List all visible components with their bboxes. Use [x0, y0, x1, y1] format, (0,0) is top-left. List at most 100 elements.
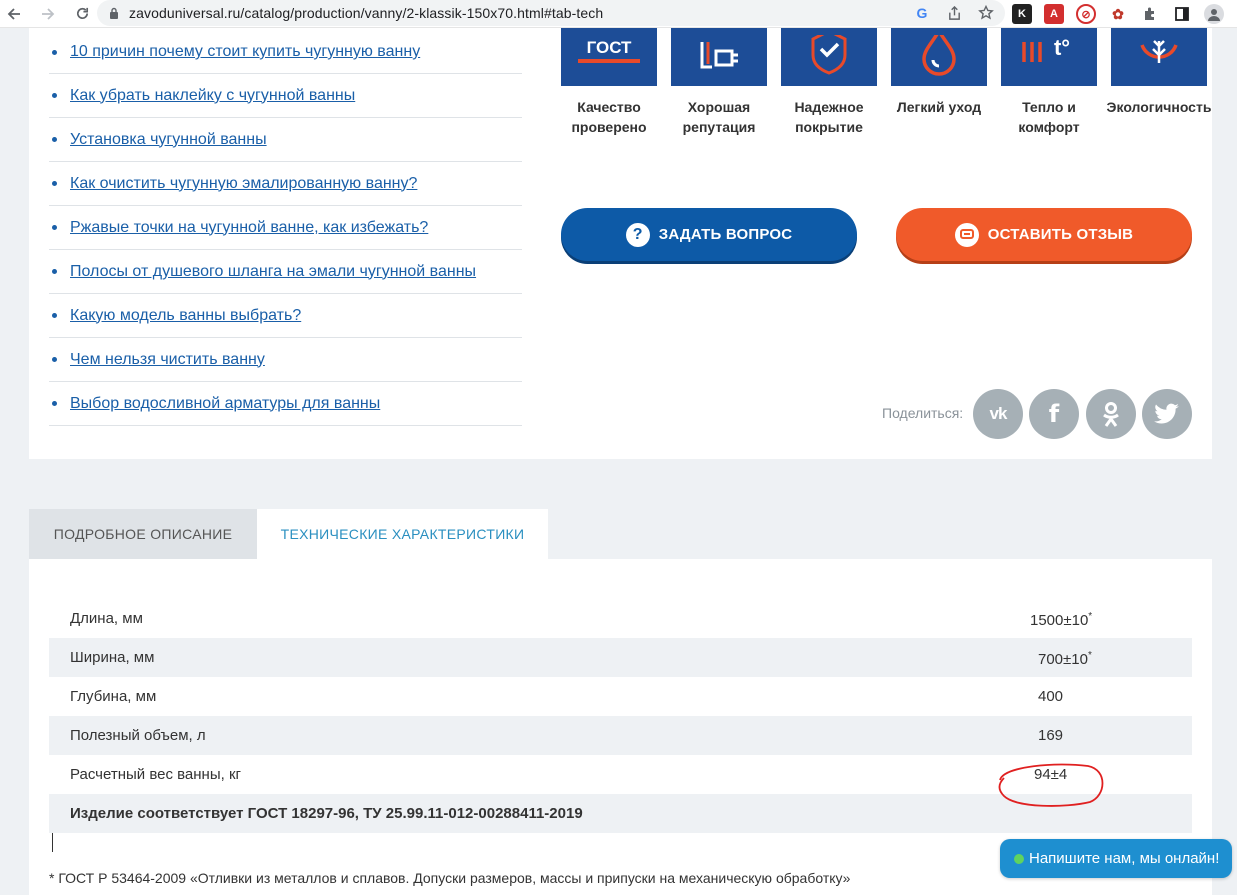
drop-icon [891, 28, 987, 86]
article-link[interactable]: Чем нельзя чистить ванну [70, 351, 265, 369]
spec-name: Глубина, мм [70, 688, 157, 705]
table-row: Ширина, мм 700±10* [49, 638, 1192, 677]
feature-label: Качество проверено [571, 99, 647, 135]
list-item: Чем нельзя чистить ванну [49, 338, 522, 382]
article-link[interactable]: Установка чугунной ванны [70, 131, 267, 149]
list-item: Выбор водосливной арматуры для ванны [49, 382, 522, 426]
bullet-icon [52, 137, 57, 142]
chat-label: Напишите нам, мы онлайн! [1029, 850, 1220, 867]
spec-value: 1500±10* [1030, 611, 1093, 629]
feature-eco: Экологичность [1104, 28, 1214, 137]
footnote: * ГОСТ Р 53464-2009 «Отливки из металлов… [49, 870, 851, 886]
spec-name: Ширина, мм [70, 649, 155, 666]
feature-label: Хорошая репутация [682, 99, 756, 135]
lock-icon [107, 6, 121, 20]
block-extension-icon[interactable]: ⊘ [1076, 4, 1096, 24]
table-row: Глубина, мм 400 [49, 677, 1192, 716]
heat-icon: t° [1001, 28, 1097, 86]
ask-question-label: ЗАДАТЬ ВОПРОС [658, 226, 793, 243]
article-link[interactable]: Выбор водосливной арматуры для ванны [70, 395, 380, 413]
article-link[interactable]: Ржавые точки на чугунной ванне, как избе… [70, 219, 428, 237]
spec-name: Расчетный вес ванны, кг [70, 766, 241, 783]
spec-name: Изделие соответствует ГОСТ 18297-96, ТУ … [70, 805, 583, 822]
feature-reputation: Хорошая репутация [664, 28, 774, 137]
related-articles-list: 10 причин почему стоит купить чугунную в… [49, 31, 522, 426]
question-icon: ? [625, 222, 650, 247]
share-label: Поделиться: [882, 405, 964, 421]
article-link[interactable]: Какую модель ванны выбрать? [70, 307, 301, 325]
reload-button[interactable] [68, 0, 96, 28]
features-row: ГОСТ Качество проверено Хорошая репутация … [554, 28, 1214, 137]
feature-label: Тепло и комфорт [1018, 99, 1080, 135]
comment-icon [954, 222, 979, 247]
vk-share-icon[interactable]: vk [973, 389, 1023, 439]
leave-review-label: ОСТАВИТЬ ОТЗЫВ [987, 226, 1134, 243]
fox-extension-icon[interactable]: ✿ [1108, 4, 1128, 24]
spec-value: 400 [1038, 688, 1064, 705]
tab-description[interactable]: ПОДРОБНОЕ ОПИСАНИЕ [29, 509, 257, 559]
puzzle-extensions-icon[interactable] [1140, 4, 1160, 24]
bullet-icon [52, 225, 57, 230]
bullet-icon [52, 357, 57, 362]
bullet-icon [52, 49, 57, 55]
feature-label: Легкий уход [896, 99, 982, 115]
gost-badge-text: ГОСТ [587, 38, 632, 57]
feature-label: Надежное покрытие [794, 99, 864, 135]
text-cursor [52, 833, 53, 852]
list-item: Установка чугунной ванны [49, 118, 522, 162]
article-link[interactable]: Как убрать наклейку с чугунной ванны [70, 87, 355, 105]
bullet-icon [52, 269, 57, 274]
google-icon[interactable]: G [913, 4, 931, 22]
spec-name: Длина, мм [70, 610, 143, 627]
shield-check-icon [781, 28, 877, 86]
table-row: Длина, мм 1500±10* [49, 599, 1192, 638]
address-bar[interactable]: zavoduniversal.ru/catalog/production/van… [97, 0, 1005, 26]
back-arrow-icon [7, 7, 20, 20]
online-status-icon [1014, 853, 1024, 864]
leave-review-button[interactable]: ОСТАВИТЬ ОТЗЫВ [896, 208, 1192, 261]
forward-arrow-icon [42, 7, 55, 20]
share-page-icon[interactable] [945, 4, 963, 22]
eco-leaf-icon [1111, 28, 1207, 86]
url-text: zavoduniversal.ru/catalog/production/van… [129, 5, 604, 21]
list-item: Какую модель ванны выбрать? [49, 294, 522, 338]
odnoklassniki-share-icon[interactable] [1086, 389, 1136, 439]
article-link[interactable]: Как очистить чугунную эмалированную ванн… [70, 175, 417, 193]
feature-quality: ГОСТ Качество проверено [554, 28, 664, 137]
article-link[interactable]: Полосы от душевого шланга на эмали чугун… [70, 263, 476, 281]
bullet-icon [52, 313, 57, 318]
heat-badge-text: t° [1054, 37, 1070, 60]
ask-question-button[interactable]: ? ЗАДАТЬ ВОПРОС [561, 208, 857, 261]
reputation-icon [671, 28, 767, 86]
spec-name: Полезный объем, л [70, 727, 206, 744]
spec-value: 169 [1038, 727, 1064, 744]
facebook-share-icon[interactable]: f [1029, 389, 1079, 439]
reload-icon [76, 7, 88, 19]
gost-icon: ГОСТ [561, 28, 657, 86]
online-chat-button[interactable]: Напишите нам, мы онлайн! [1000, 839, 1232, 878]
article-link[interactable]: 10 причин почему стоит купить чугунную в… [70, 43, 420, 61]
side-panel-icon[interactable] [1172, 4, 1192, 24]
spec-value: 700±10* [1038, 650, 1092, 668]
tab-tech-specs[interactable]: ТЕХНИЧЕСКИЕ ХАРАКТЕРИСТИКИ [257, 509, 548, 559]
bullet-icon [52, 93, 57, 98]
feature-label: Экологичность [1106, 99, 1212, 115]
list-item: Полосы от душевого шланга на эмали чугун… [49, 250, 522, 294]
forward-button[interactable] [34, 0, 62, 28]
feature-coating: Надежное покрытие [774, 28, 884, 137]
list-item: Как очистить чугунную эмалированную ванн… [49, 162, 522, 206]
table-row: Полезный объем, л 169 [49, 716, 1192, 755]
bullet-icon [52, 181, 57, 186]
twitter-share-icon[interactable] [1142, 389, 1192, 439]
list-item: Как убрать наклейку с чугунной ванны [49, 74, 522, 118]
kaspersky-extension-icon[interactable]: K [1012, 4, 1032, 24]
browser-toolbar: zavoduniversal.ru/catalog/production/van… [0, 0, 1237, 28]
back-button[interactable] [0, 0, 28, 28]
bookmark-star-icon[interactable] [977, 4, 995, 22]
pdf-extension-icon[interactable]: A [1044, 4, 1064, 24]
feature-warmth: t° Тепло и комфорт [994, 28, 1104, 137]
feature-easy-care: Легкий уход [884, 28, 994, 137]
profile-avatar-icon[interactable] [1204, 4, 1224, 24]
annotation-circle [998, 763, 1104, 807]
list-item: 10 причин почему стоит купить чугунную в… [49, 31, 522, 74]
